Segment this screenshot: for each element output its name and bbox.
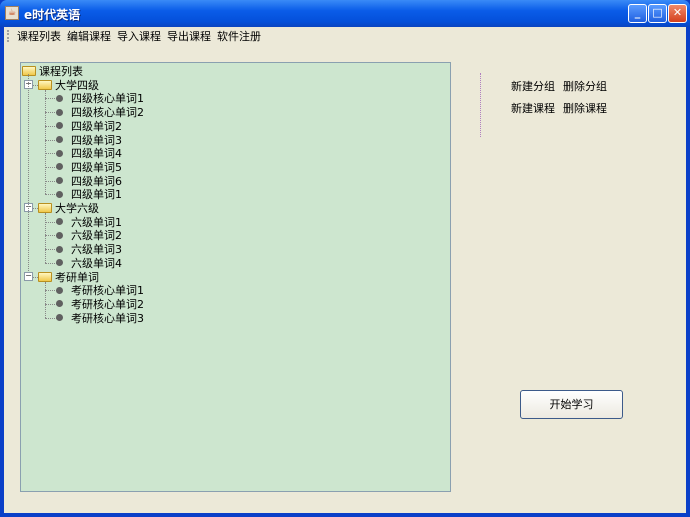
leaf-icon — [56, 149, 63, 157]
tree-connector — [45, 213, 46, 263]
delete-course-link[interactable]: 删除课程 — [563, 100, 607, 116]
window-client: 课程列表 编辑课程 导入课程 导出课程 软件注册 课程列表 − 大学四级 四级核心单词… — [4, 27, 686, 513]
tree-connector — [45, 89, 46, 195]
leaf-icon — [56, 300, 63, 308]
menubar-grip — [7, 30, 9, 42]
tree-connector — [45, 281, 46, 318]
start-learning-button[interactable]: 开始学习 — [520, 390, 623, 419]
leaf-icon — [56, 94, 63, 102]
leaf-icon — [56, 190, 63, 198]
tree-item[interactable]: 考研核心单词3 — [56, 311, 144, 325]
maximize-button[interactable]: □ — [648, 4, 667, 23]
title-bar: ☕ e时代英语 _ □ ✕ — [0, 0, 690, 27]
leaf-icon — [56, 218, 63, 226]
leaf-icon — [56, 314, 63, 322]
folder-icon — [38, 203, 52, 213]
menu-export-course[interactable]: 导出课程 — [164, 28, 214, 44]
folder-icon — [38, 271, 52, 282]
new-group-link[interactable]: 新建分组 — [511, 78, 555, 94]
tree-connector — [28, 73, 29, 272]
close-button[interactable]: ✕ — [668, 4, 687, 23]
collapse-toggle[interactable]: − — [24, 271, 33, 281]
menu-course-list[interactable]: 课程列表 — [14, 28, 64, 44]
delete-group-link[interactable]: 删除分组 — [563, 78, 607, 94]
window-title: e时代英语 — [24, 8, 81, 22]
tree-item-label: 考研核心单词3 — [71, 311, 144, 325]
leaf-icon — [56, 231, 63, 239]
menu-edit-course[interactable]: 编辑课程 — [64, 28, 114, 44]
java-app-icon: ☕ — [5, 6, 19, 20]
leaf-icon — [56, 122, 63, 130]
leaf-icon — [56, 259, 63, 267]
leaf-icon — [56, 163, 63, 171]
leaf-icon — [56, 108, 63, 116]
minimize-button[interactable]: _ — [628, 4, 647, 23]
leaf-icon — [56, 136, 63, 143]
leaf-icon — [56, 245, 63, 253]
menu-register[interactable]: 软件注册 — [214, 28, 264, 44]
menu-import-course[interactable]: 导入课程 — [114, 28, 164, 44]
separator — [480, 73, 481, 137]
leaf-icon — [56, 286, 63, 294]
menu-bar: 课程列表 编辑课程 导入课程 导出课程 软件注册 — [4, 27, 686, 45]
new-course-link[interactable]: 新建课程 — [511, 100, 555, 116]
course-tree[interactable]: 课程列表 − 大学四级 四级核心单词1 四级核心单词2 四级单词2 四级单词3 四级单词4 四级… — [20, 62, 451, 492]
leaf-icon — [56, 177, 63, 185]
folder-icon — [38, 79, 52, 90]
folder-icon — [22, 66, 36, 76]
